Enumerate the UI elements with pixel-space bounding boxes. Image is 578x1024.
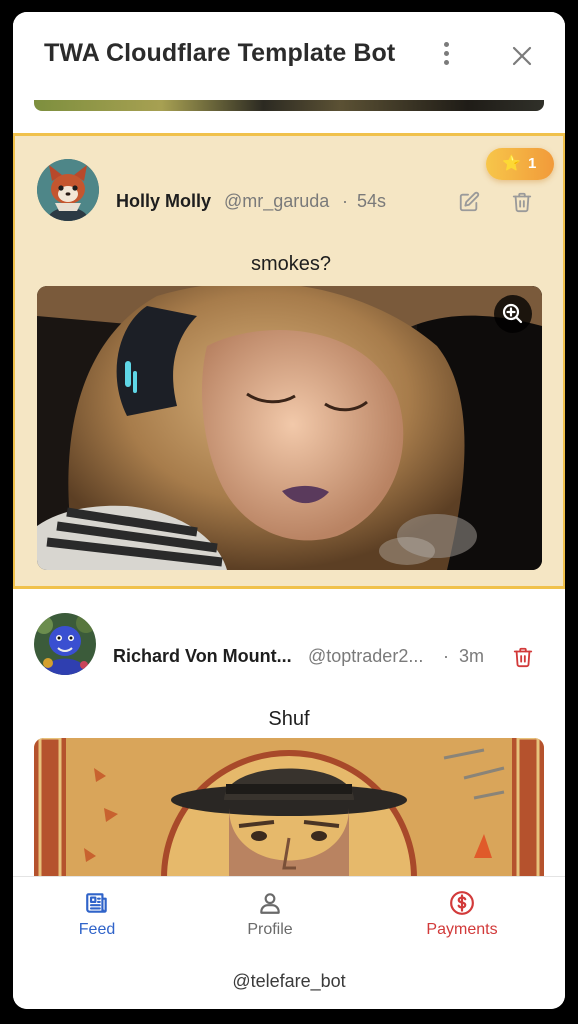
post-time: 54s [357,191,387,211]
close-button[interactable] [509,43,535,69]
zoom-image-button[interactable] [494,295,532,333]
author-name[interactable]: Richard Von Mount... [113,646,292,667]
star-count: 1 [528,155,537,172]
tab-payments[interactable]: Payments [392,877,532,957]
star-icon: ⭐ [502,155,521,172]
more-menu-button[interactable] [438,42,454,70]
tab-profile[interactable]: Profile [200,877,340,957]
previous-post-image-edge [34,100,544,111]
newspaper-icon [86,893,107,913]
mini-app-sheet: Holly Molly @mr_garuda · 54s ⭐ 1 smokes?… [13,12,565,1009]
more-vertical-icon [438,42,454,65]
bot-handle: @telefare_bot [232,971,346,991]
post-text: Shuf [268,708,310,730]
feed-post[interactable]: Richard Von Mount... @toptrader2... · 3m… [13,592,565,878]
user-icon [260,893,280,914]
dollar-circle-icon [450,891,474,915]
feed-post-highlighted[interactable]: Holly Molly @mr_garuda · 54s ⭐ 1 smokes? [13,133,565,589]
post-text: smokes? [250,253,332,275]
feed[interactable]: Holly Molly @mr_garuda · 54s ⭐ 1 smokes?… [13,12,565,878]
star-reaction-badge[interactable]: ⭐ 1 [486,148,554,180]
tab-label: Feed [78,921,116,938]
delete-post-button[interactable] [512,646,534,668]
app-header: TWA Cloudflare Template Bot [13,12,565,100]
close-icon [512,46,532,66]
zoom-in-icon [502,303,523,324]
avatar[interactable] [34,613,96,675]
meta-separator: · [443,646,449,666]
delete-post-button[interactable] [511,191,533,213]
trash-icon [512,192,532,213]
meta-separator: · [342,191,348,211]
author-handle[interactable]: @toptrader2... [308,646,423,667]
author-handle[interactable]: @mr_garuda [224,191,329,212]
edit-post-button[interactable] [458,191,480,213]
trash-icon [513,647,533,668]
post-time: 3m [459,646,485,666]
post-image[interactable] [34,738,544,878]
avatar[interactable] [37,159,99,221]
edit-icon [459,191,480,212]
tab-label: Profile [247,921,293,938]
post-image[interactable] [37,286,542,570]
app-title: TWA Cloudflare Template Bot [44,39,396,67]
tab-feed[interactable]: Feed [27,877,167,957]
author-name[interactable]: Holly Molly [116,191,211,212]
tab-label: Payments [426,921,498,938]
bottom-tab-bar: Feed Profile Payments @telefare_bot [13,876,565,1009]
